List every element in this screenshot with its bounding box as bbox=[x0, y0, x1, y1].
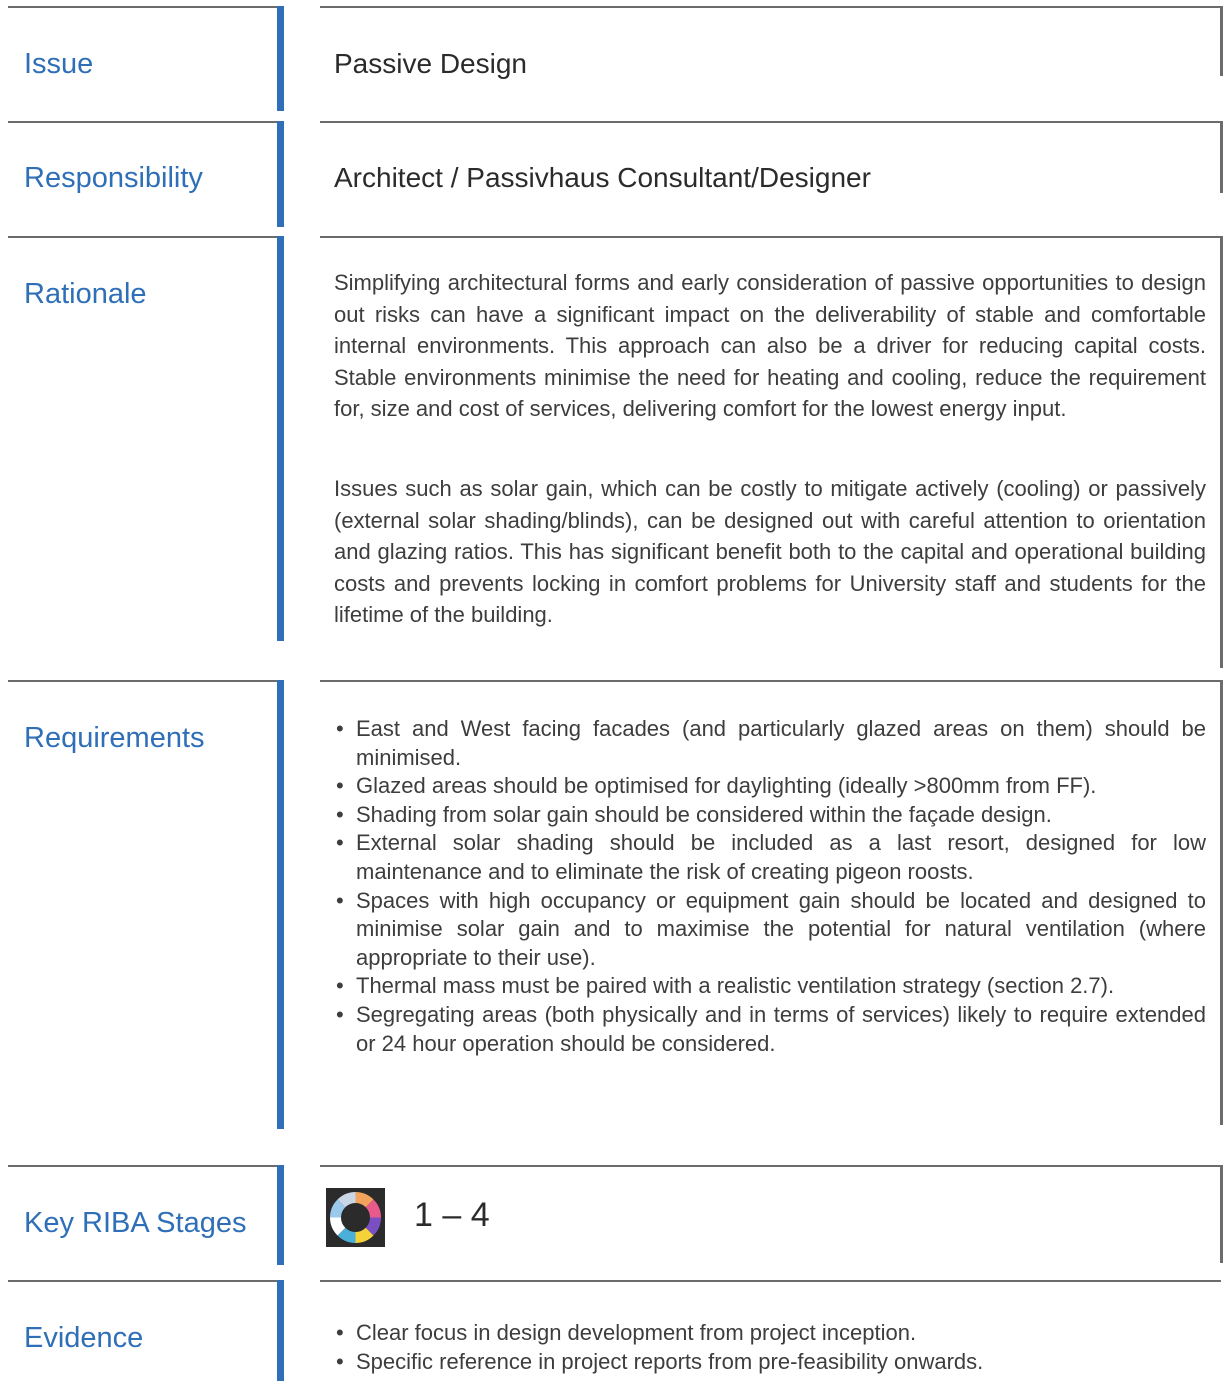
row-label: Rationale bbox=[24, 278, 147, 310]
list-item: Spaces with high occupancy or equipment … bbox=[334, 887, 1206, 973]
content-divider bbox=[320, 121, 1221, 123]
accent-bar bbox=[277, 236, 284, 641]
evidence-row: Evidence Clear focus in design developme… bbox=[0, 1280, 1225, 1381]
issue-row: Issue Passive Design bbox=[0, 6, 1225, 111]
rationale-paragraph: Issues such as solar gain, which can be … bbox=[334, 476, 1206, 628]
list-item: Segregating areas (both physically and i… bbox=[334, 1001, 1206, 1058]
rationale-paragraph: Simplifying architectural forms and earl… bbox=[334, 270, 1206, 422]
label-divider bbox=[8, 121, 277, 123]
right-border bbox=[1220, 1165, 1223, 1263]
list-item: East and West facing facades (and partic… bbox=[334, 715, 1206, 772]
label-divider bbox=[8, 236, 277, 238]
accent-bar bbox=[277, 680, 284, 1129]
content-divider bbox=[320, 236, 1221, 238]
accent-bar bbox=[277, 6, 284, 111]
label-divider bbox=[8, 1165, 277, 1167]
row-label: Requirements bbox=[24, 722, 205, 754]
riba-stages-value: 1 – 4 bbox=[414, 1196, 490, 1234]
list-item: Specific reference in project reports fr… bbox=[334, 1348, 1206, 1377]
issue-value: Passive Design bbox=[334, 48, 527, 79]
right-border bbox=[1220, 680, 1223, 1125]
content-divider bbox=[320, 6, 1221, 8]
responsibility-value: Architect / Passivhaus Consultant/Design… bbox=[334, 162, 871, 193]
evidence-list: Clear focus in design development from p… bbox=[334, 1319, 1206, 1376]
right-border bbox=[1220, 236, 1223, 668]
rationale-row: Rationale Simplifying architectural form… bbox=[0, 236, 1225, 668]
list-item: Shading from solar gain should be consid… bbox=[334, 801, 1206, 830]
list-item: Glazed areas should be optimised for day… bbox=[334, 772, 1206, 801]
content-divider bbox=[320, 680, 1221, 682]
responsibility-row: Responsibility Architect / Passivhaus Co… bbox=[0, 121, 1225, 227]
right-border bbox=[1220, 6, 1223, 76]
list-item: Clear focus in design development from p… bbox=[334, 1319, 1206, 1348]
accent-bar bbox=[277, 121, 284, 227]
list-item: External solar shading should be include… bbox=[334, 829, 1206, 886]
label-divider bbox=[8, 1280, 277, 1282]
content-divider bbox=[320, 1165, 1221, 1167]
row-label: Evidence bbox=[24, 1322, 144, 1354]
list-item: Thermal mass must be paired with a reali… bbox=[334, 972, 1206, 1001]
label-divider bbox=[8, 6, 277, 8]
label-divider bbox=[8, 680, 277, 682]
requirements-row: Requirements East and West facing facade… bbox=[0, 680, 1225, 1129]
riba-stages-wheel-icon bbox=[326, 1188, 385, 1247]
accent-bar bbox=[277, 1165, 284, 1265]
row-label: Responsibility bbox=[24, 162, 203, 194]
content-divider bbox=[320, 1280, 1221, 1282]
riba-row: Key RIBA Stages 1 – 4 bbox=[0, 1165, 1225, 1265]
right-border bbox=[1220, 121, 1223, 193]
row-label: Key RIBA Stages bbox=[24, 1207, 247, 1239]
accent-bar bbox=[277, 1280, 284, 1381]
row-label: Issue bbox=[24, 48, 94, 80]
requirements-list: East and West facing facades (and partic… bbox=[334, 715, 1206, 1058]
